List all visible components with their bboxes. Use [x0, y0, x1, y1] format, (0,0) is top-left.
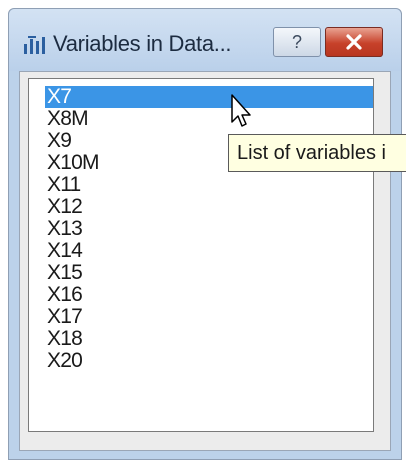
list-item[interactable]: X13	[45, 218, 373, 240]
list-item[interactable]: X17	[45, 306, 373, 328]
help-button[interactable]: ?	[273, 27, 321, 57]
variables-list: X7 X8M X9 X10M X11 X12 X13 X14 X15 X16 X17 X18 X20	[45, 86, 373, 372]
list-item[interactable]: X11	[45, 174, 373, 196]
mouse-cursor-icon	[231, 94, 251, 127]
window-title: Variables in Data...	[53, 31, 232, 56]
list-item[interactable]: X16	[45, 284, 373, 306]
list-item[interactable]: X20	[45, 350, 373, 372]
list-item[interactable]: X14	[45, 240, 373, 262]
list-item[interactable]: X8M	[45, 108, 373, 130]
list-item[interactable]: X18	[45, 328, 373, 350]
tooltip: List of variables i	[228, 134, 406, 172]
help-icon: ?	[291, 32, 302, 52]
list-item[interactable]: X7	[45, 86, 373, 108]
title-bar[interactable]: Variables in Data... ?	[9, 9, 401, 71]
list-item[interactable]: X12	[45, 196, 373, 218]
variables-listbox[interactable]: X7 X8M X9 X10M X11 X12 X13 X14 X15 X16 X17 X18 X20	[28, 78, 374, 432]
list-item[interactable]: X15	[45, 262, 373, 284]
close-icon	[346, 34, 362, 50]
close-button[interactable]	[325, 27, 383, 57]
variables-icon	[24, 36, 45, 54]
